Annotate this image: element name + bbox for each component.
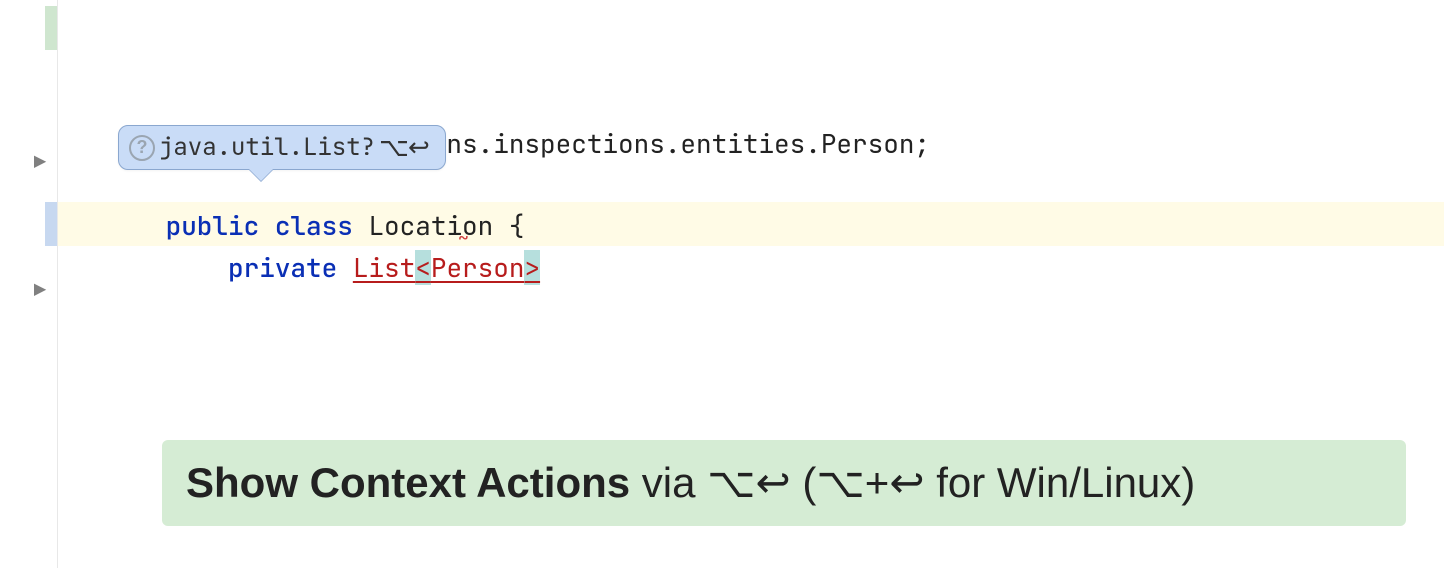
banner-action-name: Show Context Actions [186, 459, 630, 506]
editor-code-area[interactable]: import com.jetbrains.inspections.entitie… [58, 0, 1446, 568]
generic-type: Person [431, 250, 525, 285]
presentation-banner: Show Context Actions via ⌥↩ (⌥+↩ for Win… [162, 440, 1406, 526]
quickdoc-tooltip[interactable]: ? java.util.List? ⌥↩ [118, 125, 446, 170]
bracket-match: < [415, 250, 431, 285]
fold-toggle-icon[interactable]: ▶ [34, 152, 46, 172]
change-stripe-modified [45, 202, 57, 246]
banner-via: via [630, 459, 707, 506]
banner-shortcut-win: ⌥+↩ [816, 459, 924, 506]
banner-win-label: for Win/Linux) [925, 459, 1196, 506]
banner-shortcut-mac: ⌥↩ [707, 459, 791, 506]
bracket-match: > [524, 250, 540, 285]
banner-paren-open: ( [791, 459, 817, 506]
unresolved-type[interactable]: List [353, 250, 415, 285]
code-line[interactable]: import com.jetbrains.inspections.entitie… [72, 78, 1446, 122]
editor-root: ▶ ▶ import com.jetbrains.inspections.ent… [0, 0, 1446, 568]
tooltip-text: java.util.List? [159, 132, 375, 163]
code-line[interactable]: private List<Person> [72, 202, 1446, 246]
tooltip-shortcut: ⌥↩ [379, 132, 429, 163]
question-icon: ? [129, 135, 155, 161]
space [337, 250, 353, 285]
keyword-private: private [228, 250, 337, 285]
fold-toggle-icon[interactable]: ▶ [34, 280, 46, 300]
editor-gutter: ▶ ▶ [0, 0, 58, 568]
change-stripe-added [45, 6, 57, 50]
error-squiggle-icon: ~ [458, 230, 469, 248]
indent [166, 250, 228, 285]
